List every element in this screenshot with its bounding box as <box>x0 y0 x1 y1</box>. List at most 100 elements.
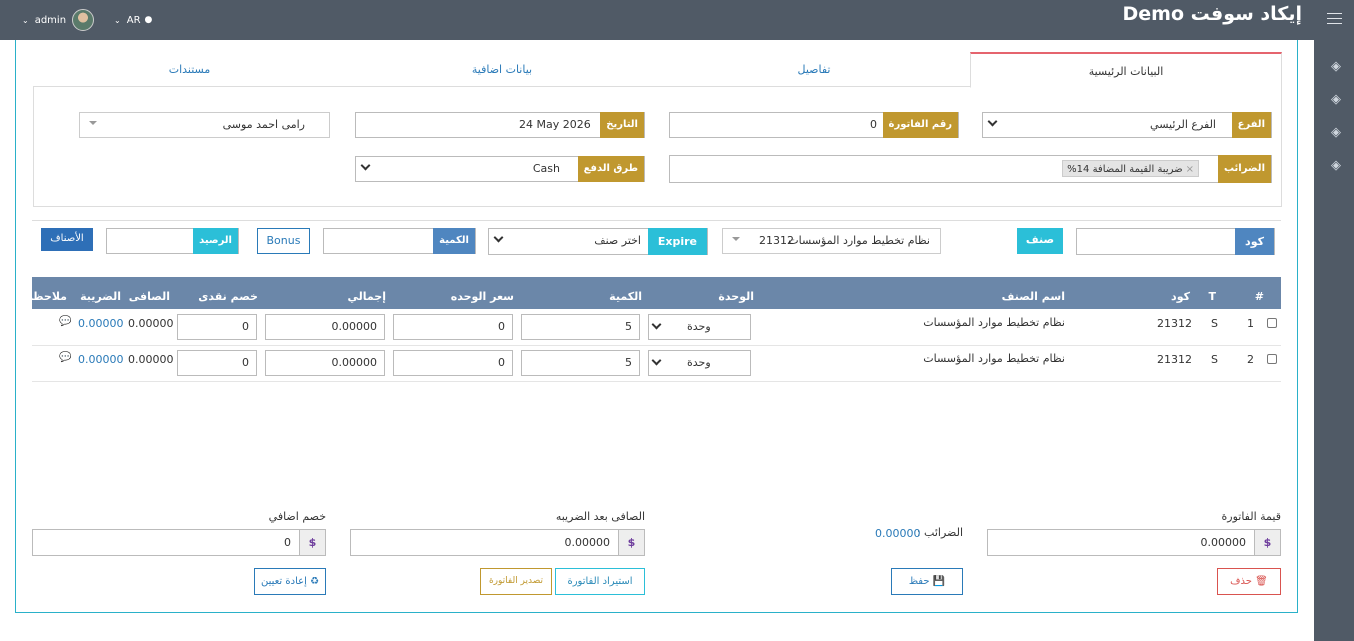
branch-label: الفرع <box>1231 112 1271 138</box>
chevron-down-icon <box>651 355 662 366</box>
unit-value: وحدة <box>687 356 711 369</box>
reset-button[interactable]: ♻ إعادة تعيين <box>254 568 326 595</box>
row-net: 0.00000 <box>128 317 174 330</box>
row-type: S <box>1211 353 1218 366</box>
person-select[interactable]: رامى احمد موسى <box>79 112 330 138</box>
quantity-field[interactable]: 5 <box>521 350 640 376</box>
col-quantity: الكمية <box>609 290 642 303</box>
col-net: الصافى <box>128 290 170 303</box>
invoice-value: 0.00000 <box>1200 536 1247 549</box>
taxes-summary-value[interactable]: 0.00000 <box>875 527 921 540</box>
layers-icon[interactable]: ◈ <box>1331 92 1341 107</box>
quantity-input[interactable]: الكمية <box>323 228 476 254</box>
quantity-label: الكمية <box>433 228 475 254</box>
net-after-tax-label: الصافى بعد الضريبه <box>555 510 645 523</box>
unit-select[interactable]: وحدة <box>648 314 751 340</box>
import-invoice-button[interactable]: استيراد الفاتورة <box>555 568 645 595</box>
col-total: إجمالي <box>347 290 386 303</box>
trash-icon: 🗑 <box>1255 576 1268 587</box>
comment-icon[interactable]: 💬 <box>59 316 71 327</box>
balance-input[interactable]: الرصيد <box>106 228 239 254</box>
layers-icon[interactable]: ◈ <box>1331 125 1341 140</box>
extra-discount-label: خصم اضافي <box>268 510 326 523</box>
table-header: # T كود اسم الصنف الوحدة الكمية سعر الوح… <box>27 277 1281 309</box>
chevron-down-icon: ⌄ <box>22 15 29 25</box>
taxes-label: الضرائب <box>1217 155 1271 183</box>
item-select-name: نظام تخطيط موارد المؤسسات <box>788 234 930 247</box>
row-checkbox[interactable] <box>1267 354 1277 364</box>
unit-price-field[interactable]: 0 <box>393 314 513 340</box>
date-field[interactable]: التاريخ 24 May 2026 <box>355 112 645 138</box>
taxes-summary-label: الضرائب : <box>916 526 963 539</box>
tab-main-data[interactable]: البيانات الرئيسية <box>970 52 1282 88</box>
hamburger-menu-icon[interactable] <box>1327 13 1342 28</box>
cash-discount-field[interactable]: 0 <box>177 350 257 376</box>
expire-value: اختر صنف <box>594 234 641 247</box>
export-invoice-button[interactable]: تصدير الفاتورة <box>480 568 552 595</box>
col-note: ملاحظه <box>26 290 67 303</box>
invoice-number-field[interactable]: رقم الفاتورة 0 <box>669 112 959 138</box>
tab-details[interactable]: تفاصيل <box>658 52 970 87</box>
table-row: 2 S 21312 نظام تخطيط موارد المؤسسات وحدة… <box>32 346 1281 382</box>
taxes-field[interactable]: الضرائب ×ضريبة القيمة المضافة 14% <box>669 155 1272 183</box>
row-type: S <box>1211 317 1218 330</box>
comment-icon[interactable]: 💬 <box>59 352 71 363</box>
remove-tag-icon[interactable]: × <box>1186 164 1194 175</box>
row-item-name: نظام تخطيط موارد المؤسسات <box>923 316 1065 329</box>
expire-select[interactable]: Expire اختر صنف <box>488 228 708 255</box>
language-label[interactable]: AR <box>127 15 141 26</box>
col-unit: الوحدة <box>718 290 754 303</box>
bonus-button[interactable]: Bonus <box>257 228 310 254</box>
col-code: كود <box>1171 290 1190 303</box>
row-number: 1 <box>1247 317 1254 330</box>
branch-select[interactable]: الفرع الفرع الرئيسي <box>982 112 1272 138</box>
tax-tag[interactable]: ×ضريبة القيمة المضافة 14% <box>1062 160 1199 177</box>
extra-discount-value: 0 <box>284 536 291 549</box>
layers-icon[interactable]: ◈ <box>1331 158 1341 173</box>
user-menu[interactable]: ⌄ admin ⌄ AR ● <box>22 9 152 31</box>
layers-icon[interactable]: ◈ <box>1331 59 1341 74</box>
username: admin <box>34 14 67 26</box>
code-input[interactable]: كود <box>1076 228 1275 255</box>
col-tax: الضريبة <box>80 290 121 303</box>
date-label: التاريخ <box>600 112 644 138</box>
invoice-number-label: رقم الفاتورة <box>882 112 958 138</box>
avatar[interactable] <box>72 9 95 31</box>
quantity-field[interactable]: 5 <box>521 314 640 340</box>
item-button[interactable]: صنف <box>1017 228 1063 254</box>
net-after-tax-field[interactable]: $ 0.00000 <box>350 529 645 556</box>
row-checkbox[interactable] <box>1267 318 1277 328</box>
payment-method-label: طرق الدفع <box>577 156 644 182</box>
expire-label: Expire <box>647 228 707 255</box>
items-list-button[interactable]: الأصناف <box>41 228 93 251</box>
extra-discount-field[interactable]: $ 0 <box>32 529 326 556</box>
row-code: 21312 <box>1157 317 1192 330</box>
row-tax-link[interactable]: 0.00000 <box>78 317 124 330</box>
sidebar: ◈ ◈ ◈ ◈ <box>1314 0 1354 641</box>
payment-method-select[interactable]: طرق الدفع Cash <box>355 156 645 182</box>
unit-price-field[interactable]: 0 <box>393 350 513 376</box>
save-button[interactable]: 💾 حفظ <box>891 568 963 595</box>
tab-bar: البيانات الرئيسية تفاصيل بيانات اضافية م… <box>33 52 1282 88</box>
total-field[interactable]: 0.00000 <box>265 314 385 340</box>
row-tax-link[interactable]: 0.00000 <box>78 353 124 366</box>
tab-documents[interactable]: مستندات <box>33 52 346 87</box>
chevron-down-icon <box>651 319 662 330</box>
cash-discount-field[interactable]: 0 <box>177 314 257 340</box>
unit-select[interactable]: وحدة <box>648 350 751 376</box>
floppy-disk-icon: 💾 <box>932 576 946 587</box>
invoice-number-value: 0 <box>870 118 877 131</box>
invoice-value-field[interactable]: $ 0.00000 <box>987 529 1281 556</box>
recycle-icon: ♻ <box>310 576 320 587</box>
tab-extra-data[interactable]: بيانات اضافية <box>346 52 658 87</box>
col-type: T <box>1208 290 1216 303</box>
dropdown-arrow-icon <box>732 237 740 245</box>
item-select[interactable]: نظام تخطيط موارد المؤسسات 21312 <box>722 228 941 254</box>
row-code: 21312 <box>1157 353 1192 366</box>
payment-method-value: Cash <box>532 162 560 175</box>
net-after-tax-value: 0.00000 <box>564 536 611 549</box>
table-row: 1 S 21312 نظام تخطيط موارد المؤسسات وحدة… <box>32 310 1281 346</box>
top-bar: إيكاد سوفت Demo ⌄ admin ⌄ AR ● <box>0 0 1354 40</box>
delete-button[interactable]: 🗑 حذف <box>1217 568 1281 595</box>
total-field[interactable]: 0.00000 <box>265 350 385 376</box>
